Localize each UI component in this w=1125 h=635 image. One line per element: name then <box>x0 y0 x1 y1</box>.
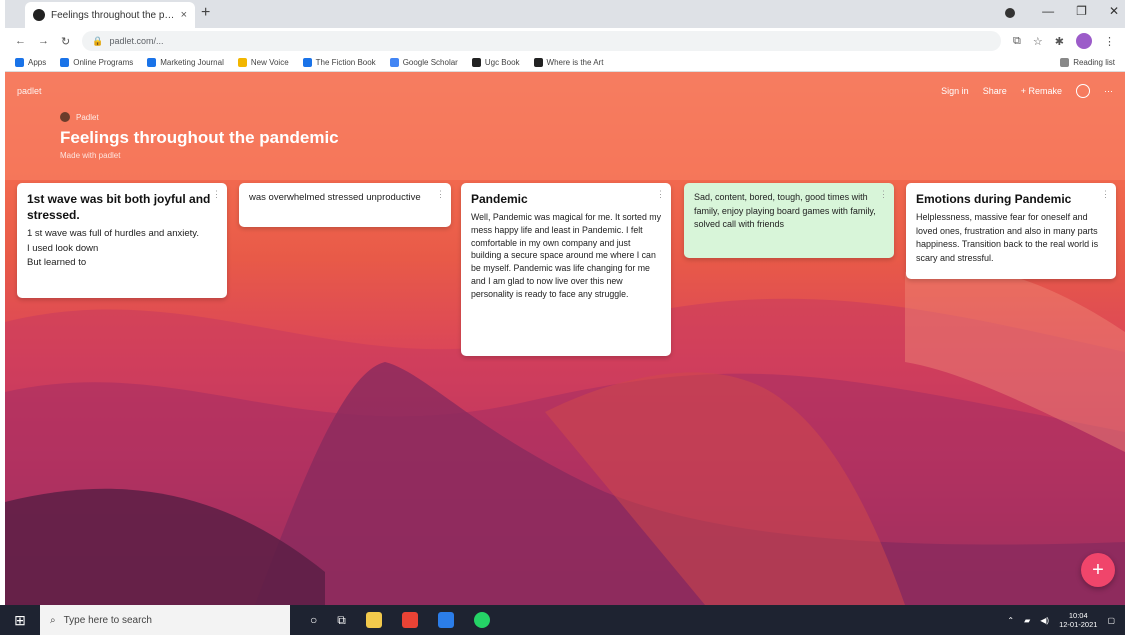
taskbar-search-input[interactable]: ⌕ Type here to search <box>40 605 290 635</box>
author-name[interactable]: Padlet <box>76 113 99 122</box>
windows-start-icon[interactable]: ⊞ <box>0 605 40 635</box>
bookmarks-bar: Apps Online Programs Marketing Journal N… <box>5 54 1125 72</box>
star-icon[interactable]: ☆ <box>1033 35 1043 48</box>
post-body: Well, Pandemic was magical for me. It so… <box>471 212 662 299</box>
chevron-up-icon[interactable]: ⌃ <box>1007 616 1014 625</box>
post-card[interactable]: ⋮ Emotions during Pandemic Helplessness,… <box>906 183 1116 279</box>
bookmark-icon <box>471 58 481 67</box>
breadcrumb: Padlet <box>60 112 99 122</box>
author-avatar <box>60 112 70 122</box>
bookmark-item[interactable]: Where is the Art <box>533 58 603 67</box>
post-body: 1 st wave was full of hurdles and anxiet… <box>27 228 199 268</box>
file-explorer-icon[interactable] <box>365 612 382 628</box>
more-menu-icon[interactable]: ⋮ <box>1104 35 1115 48</box>
bookmark-item[interactable]: The Fiction Book <box>302 58 376 67</box>
post-card[interactable]: ⋮ Sad, content, bored, tough, good times… <box>684 183 894 258</box>
profile-icon[interactable] <box>1005 8 1015 18</box>
forward-icon[interactable]: → <box>38 35 49 47</box>
browser-window: Feelings throughout the pandemic × + — ❐… <box>5 0 1125 605</box>
chrome-icon[interactable] <box>401 612 418 628</box>
bookmark-item[interactable]: Ugc Book <box>471 58 520 67</box>
padlet-logo[interactable]: padlet <box>17 86 42 96</box>
puzzle-icon[interactable]: ✱ <box>1055 35 1064 48</box>
info-icon[interactable] <box>1076 84 1090 98</box>
bookmark-icon <box>237 58 247 67</box>
date-text: 12-01-2021 <box>1059 620 1098 629</box>
mail-icon[interactable] <box>437 612 454 628</box>
reading-list-icon <box>1060 58 1070 67</box>
back-icon[interactable]: ← <box>15 35 26 47</box>
account-avatar[interactable] <box>1076 33 1092 49</box>
cortana-icon[interactable]: ○ <box>310 613 317 627</box>
search-placeholder: Type here to search <box>63 614 152 626</box>
bookmark-item[interactable]: Apps <box>15 58 46 67</box>
new-tab-button[interactable]: + <box>201 4 210 22</box>
bookmark-item[interactable]: Marketing Journal <box>147 58 224 67</box>
url-text: padlet.com/... <box>109 36 164 46</box>
post-body: Sad, content, bored, tough, good times w… <box>694 192 876 229</box>
bookmark-item[interactable]: Google Scholar <box>389 58 458 67</box>
remake-button[interactable]: + Remake <box>1021 86 1062 96</box>
reload-icon[interactable]: ↻ <box>61 35 70 48</box>
whatsapp-icon[interactable] <box>473 612 490 628</box>
lock-icon: 🔒 <box>92 35 104 46</box>
post-card[interactable]: ⋮ was overwhelmed stressed unproductive <box>239 183 451 227</box>
task-view-icon[interactable]: ⧉ <box>337 613 346 628</box>
bookmark-item[interactable]: Online Programs <box>60 58 133 67</box>
page-title: Feelings throughout the pandemic <box>60 128 339 147</box>
browser-toolbar: ← → ↻ 🔒 padlet.com/... ⧉ ☆ ✱ ⋮ <box>5 28 1125 54</box>
maximize-button[interactable]: ❐ <box>1076 4 1087 18</box>
system-tray: ⌃ ▰ ◀) 10:04 12-01-2021 ▢ <box>1007 611 1125 629</box>
tab-strip: Feelings throughout the pandemic × + — ❐… <box>5 0 1125 28</box>
reading-list[interactable]: Reading list <box>1060 58 1115 67</box>
extensions-icon[interactable]: ⧉ <box>1013 35 1021 48</box>
post-card[interactable]: ⋮ Pandemic Well, Pandemic was magical fo… <box>461 183 671 356</box>
padlet-board: padlet Sign in Share + Remake ⋯ Padlet F… <box>5 72 1125 605</box>
tab-title: Feelings throughout the pandemic <box>51 9 175 21</box>
close-window-button[interactable]: ✕ <box>1109 4 1119 18</box>
post-menu-icon[interactable]: ⋮ <box>656 188 665 202</box>
notifications-icon[interactable]: ▢ <box>1107 616 1115 625</box>
minimize-button[interactable]: — <box>1042 4 1054 18</box>
apps-grid-icon <box>15 58 24 67</box>
page-subtitle: Made with padlet <box>60 151 121 160</box>
share-button[interactable]: Share <box>983 86 1007 96</box>
close-tab-icon[interactable]: × <box>181 9 187 21</box>
post-title: Emotions during Pandemic <box>916 192 1072 206</box>
volume-icon[interactable]: ◀) <box>1040 616 1049 625</box>
google-icon <box>389 58 399 67</box>
post-title: Pandemic <box>471 192 528 206</box>
more-options-icon[interactable]: ⋯ <box>1104 86 1113 97</box>
post-body: was overwhelmed stressed unproductive <box>249 192 421 203</box>
sign-in-link[interactable]: Sign in <box>941 86 969 96</box>
browser-tab[interactable]: Feelings throughout the pandemic × <box>25 2 195 28</box>
post-card[interactable]: ⋮ 1st wave was bit both joyful and stres… <box>17 183 227 298</box>
post-menu-icon[interactable]: ⋮ <box>212 188 221 202</box>
post-body: Helplessness, massive fear for oneself a… <box>916 212 1099 263</box>
window-controls: — ❐ ✕ <box>1042 4 1119 18</box>
post-menu-icon[interactable]: ⋮ <box>436 188 445 202</box>
bookmark-icon <box>533 58 543 67</box>
clock[interactable]: 10:04 12-01-2021 <box>1059 611 1097 629</box>
bookmark-icon <box>302 58 312 67</box>
bookmark-icon <box>147 58 157 67</box>
add-post-button[interactable]: + <box>1081 553 1115 587</box>
time-text: 10:04 <box>1068 611 1088 620</box>
address-bar[interactable]: 🔒 padlet.com/... <box>82 31 1002 51</box>
taskbar-apps: ○ ⧉ <box>310 612 490 628</box>
post-menu-icon[interactable]: ⋮ <box>879 188 888 202</box>
post-title: 1st wave was bit both joyful and stresse… <box>27 192 211 223</box>
padlet-favicon-icon <box>33 9 45 21</box>
bookmark-icon <box>60 58 70 67</box>
network-icon[interactable]: ▰ <box>1024 616 1030 625</box>
bookmark-item[interactable]: New Voice <box>237 58 289 67</box>
windows-taskbar: ⊞ ⌕ Type here to search ○ ⧉ ⌃ ▰ ◀) 10:04… <box>0 605 1125 635</box>
search-icon: ⌕ <box>50 614 56 626</box>
header-actions: Sign in Share + Remake ⋯ <box>941 84 1113 98</box>
post-menu-icon[interactable]: ⋮ <box>1101 188 1110 202</box>
